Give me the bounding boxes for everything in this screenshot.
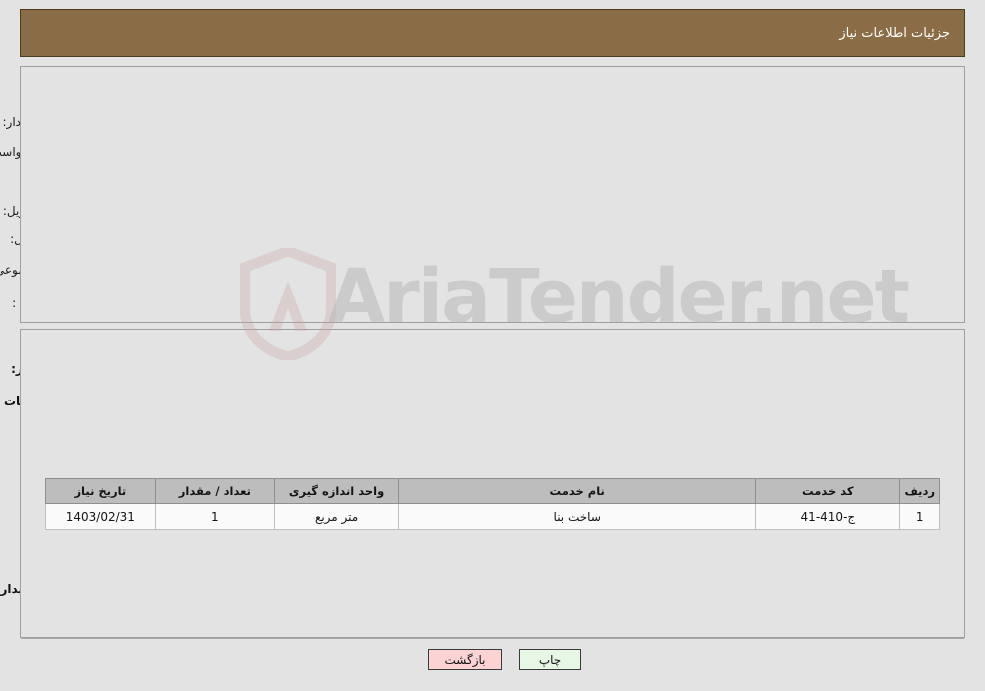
table-row: 1 ج-410-41 ساخت بنا متر مربع 1 1403/02/3… <box>45 503 940 530</box>
back-button[interactable]: بازگشت <box>428 649 502 670</box>
th-name: نام خدمت <box>398 478 757 504</box>
cell-row: 1 <box>899 503 940 530</box>
footer-divider <box>21 638 964 639</box>
cell-unit: متر مربع <box>273 503 400 530</box>
services-table: ردیف کد خدمت نام خدمت واحد اندازه گیری ت… <box>45 478 940 530</box>
th-date: تاریخ نیاز <box>45 478 156 504</box>
th-qty: تعداد / مقدار <box>154 478 275 504</box>
page-title: جزئیات اطلاعات نیاز <box>839 25 950 41</box>
page-root: جزئیات اطلاعات نیاز شماره نیاز: 11030052… <box>0 0 985 691</box>
th-code: کد خدمت <box>755 478 901 504</box>
th-unit: واحد اندازه گیری <box>273 478 400 504</box>
cell-name: ساخت بنا <box>398 503 757 530</box>
table-header-row: ردیف کد خدمت نام خدمت واحد اندازه گیری ت… <box>45 478 940 504</box>
cell-qty: 1 <box>154 503 275 530</box>
print-button[interactable]: چاپ <box>519 649 581 670</box>
cell-date: 1403/02/31 <box>45 503 156 530</box>
cell-code: ج-410-41 <box>755 503 901 530</box>
page-title-bar: جزئیات اطلاعات نیاز <box>20 9 965 57</box>
th-row: ردیف <box>899 478 940 504</box>
need-info-panel <box>20 66 965 323</box>
